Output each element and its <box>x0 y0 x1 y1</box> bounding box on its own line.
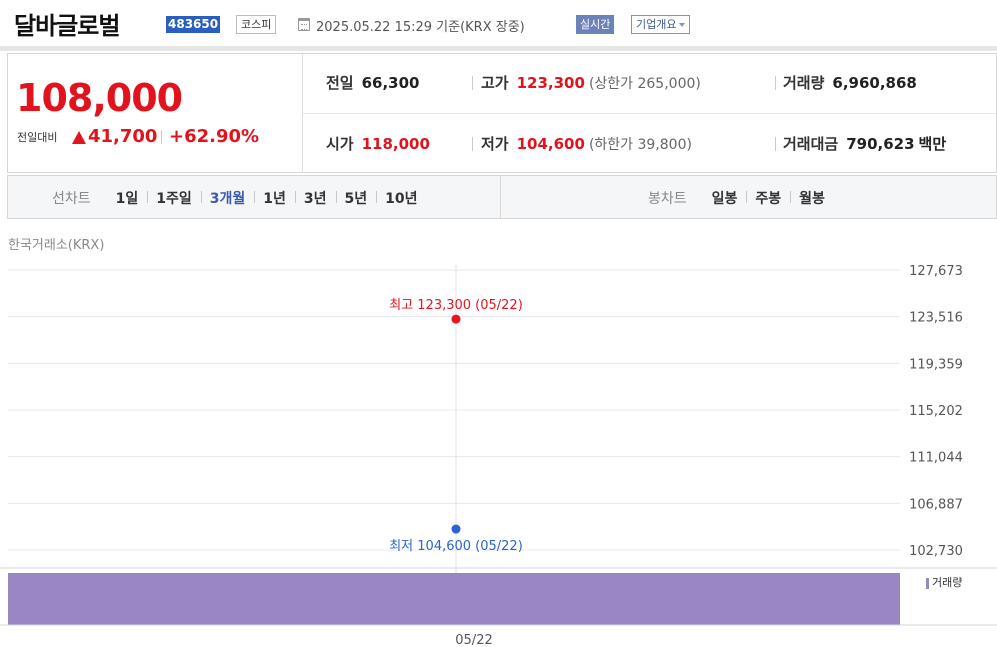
high-point <box>451 314 461 324</box>
volume-legend: 거래량 <box>926 574 962 590</box>
low-label: 최저 104,600 (05/22) <box>389 539 523 554</box>
price-chart: 127,673 123,516 119,359 115,202 111,044 106,8… <box>0 264 997 647</box>
legend-label: 거래량 <box>932 576 963 589</box>
y-tick-label: 119,359 <box>909 357 963 372</box>
x-tick-label: 05/22 <box>455 633 492 647</box>
y-tick-label: 111,044 <box>909 451 963 466</box>
y-tick-label: 115,202 <box>909 404 963 419</box>
volume-bar <box>8 573 900 625</box>
low-point <box>451 524 461 534</box>
y-tick-label: 123,516 <box>909 311 963 326</box>
y-tick-label: 127,673 <box>909 264 963 279</box>
legend-swatch <box>926 577 929 589</box>
y-tick-label: 106,887 <box>909 497 963 512</box>
y-tick-label: 102,730 <box>909 544 963 559</box>
high-label: 최고 123,300 (05/22) <box>389 298 523 313</box>
